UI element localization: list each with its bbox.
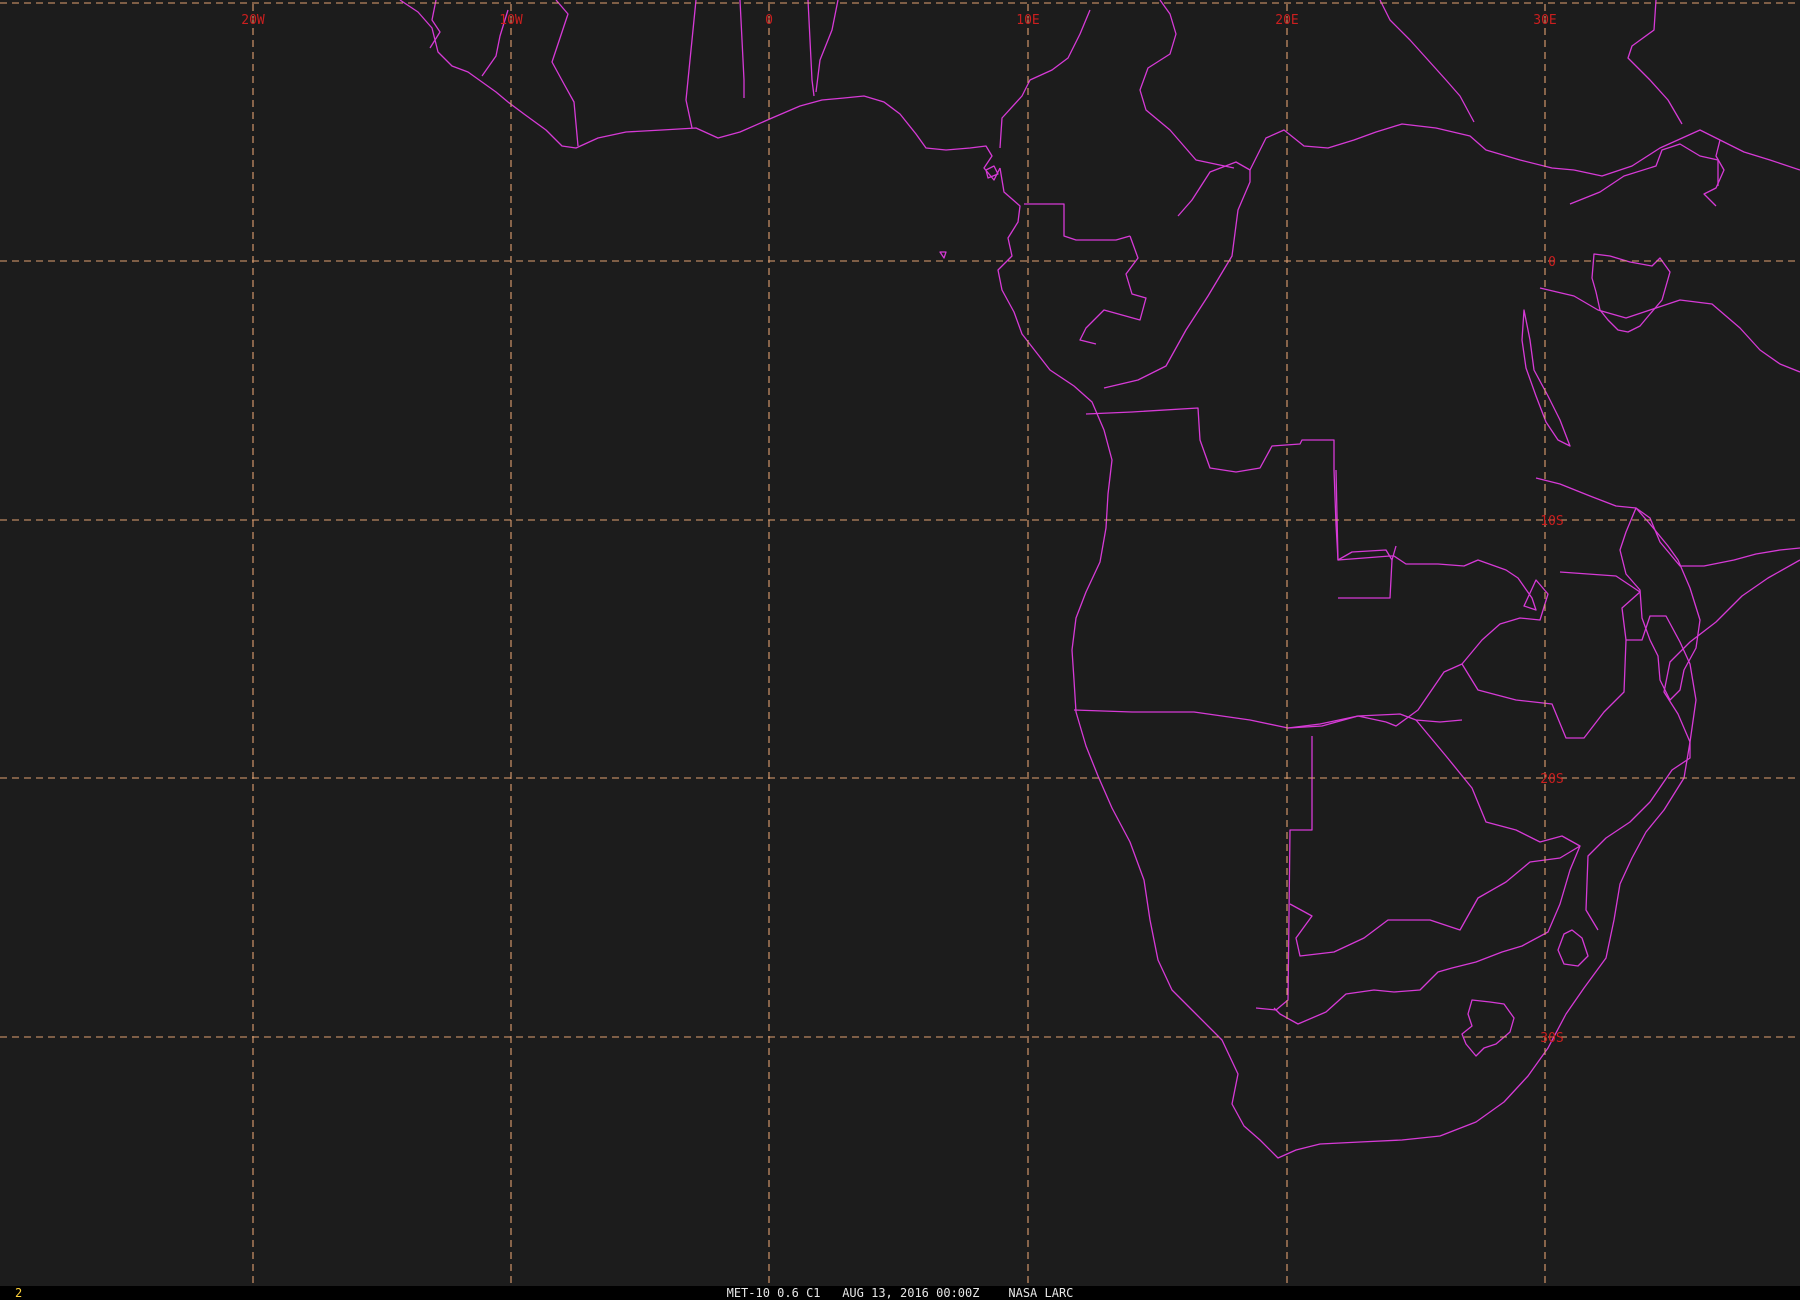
tanzania-south-border (1535, 477, 1800, 567)
status-bar: 2 MET-10 0.6 C1 AUG 13, 2016 00:00Z NASA… (0, 1286, 1800, 1300)
zimbabwe-border (1461, 571, 1641, 739)
togo-border (807, 0, 815, 97)
latitude-label: 20S (1540, 772, 1563, 787)
gabon-border (1024, 203, 1131, 241)
south-sudan-border (1573, 129, 1800, 177)
grid-labels: 20W 10W 0 10E 20E 30E 0 10S 20S 30S (241, 13, 1563, 1046)
drc-border (1249, 123, 1575, 171)
tanzania-border (1539, 287, 1800, 373)
map-canvas[interactable]: 20W 10W 0 10E 20E 30E 0 10S 20S 30S (0, 0, 1800, 1300)
longitude-label: 0 (765, 13, 773, 28)
lake-tanganyika (1521, 309, 1571, 447)
satellite-image-viewer: 20W 10W 0 10E 20E 30E 0 10S 20S 30S 2 MET-10 0.6 … (0, 0, 1800, 1300)
image-caption: MET-10 0.6 C1 AUG 13, 2016 00:00Z NASA L… (726, 1286, 1074, 1300)
ivory-coast-border (685, 0, 697, 129)
namibia-east-border (1255, 736, 1313, 1011)
latitude-label: 0 (1548, 255, 1556, 270)
sahel-borders (1139, 0, 1235, 169)
sudan-chad-border (1379, 0, 1475, 123)
guinea-border (429, 0, 441, 49)
liberia-border (551, 0, 579, 147)
ghana-border (739, 0, 745, 98)
ethiopia-kenya-border (1703, 139, 1725, 207)
longitude-label: 10W (499, 13, 523, 28)
congo-border (1079, 235, 1147, 345)
nigeria-benin-border (815, 0, 839, 93)
latitude-label: 30S (1540, 1031, 1563, 1046)
malawi-border (1619, 507, 1701, 701)
lat-lon-grid (0, 2, 1800, 1284)
botswana-border (1289, 719, 1581, 957)
lake-victoria (1591, 253, 1671, 333)
lesotho-border (1461, 999, 1515, 1057)
longitude-label: 20E (1275, 13, 1298, 28)
ethiopia-sudan-border (1627, 0, 1683, 125)
gulf-of-guinea-coast (997, 167, 1800, 1159)
latitude-label: 10S (1540, 514, 1563, 529)
eswatini-border (1557, 929, 1589, 967)
sao-tome-island (939, 251, 947, 259)
angola-south-border (1073, 709, 1387, 729)
cameroon-border (999, 9, 1091, 149)
mozambique-border (1585, 615, 1697, 931)
country-boundaries (399, 0, 1800, 1159)
longitude-label: 10E (1016, 13, 1039, 28)
zambia-west-border (1338, 559, 1393, 599)
longitude-label: 30E (1533, 13, 1556, 28)
longitude-label: 20W (241, 13, 265, 28)
south-africa-north-border (1273, 845, 1581, 1025)
west-africa-coastline (399, 0, 1001, 181)
angola-north-border (1085, 407, 1397, 561)
